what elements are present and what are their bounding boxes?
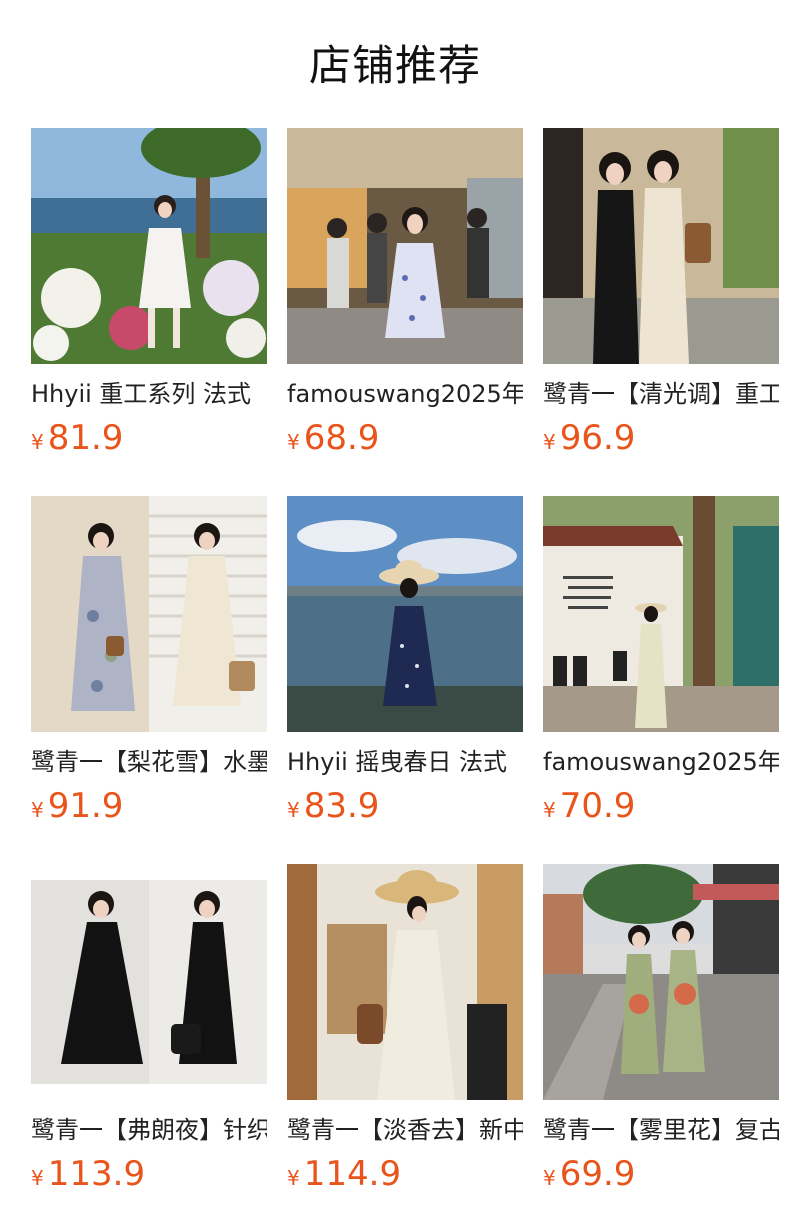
price-value: 113.9 [47, 1154, 146, 1194]
product-card[interactable]: famouswang2025年 ¥68.9 [287, 128, 523, 462]
product-name[interactable]: 鹭青一【梨花雪】水墨 [31, 746, 267, 778]
product-name[interactable]: Hhyii 重工系列 法式 [31, 378, 267, 410]
product-price: ¥114.9 [287, 1150, 523, 1198]
product-price: ¥68.9 [287, 414, 523, 462]
currency-symbol: ¥ [543, 1166, 556, 1190]
product-name[interactable]: famouswang2025年 [287, 378, 523, 410]
product-price: ¥83.9 [287, 782, 523, 830]
product-price: ¥91.9 [31, 782, 267, 830]
product-card[interactable]: 鹭青一【梨花雪】水墨 ¥91.9 [31, 496, 267, 830]
product-card[interactable]: famouswang2025年 ¥70.9 [543, 496, 779, 830]
product-name[interactable]: 鹭青一【雾里花】复古 [543, 1114, 779, 1146]
currency-symbol: ¥ [543, 430, 556, 454]
price-value: 83.9 [303, 786, 380, 826]
product-price: ¥81.9 [31, 414, 267, 462]
currency-symbol: ¥ [287, 798, 300, 822]
currency-symbol: ¥ [31, 1166, 44, 1190]
product-image[interactable] [543, 496, 779, 732]
product-image[interactable] [31, 128, 267, 364]
price-value: 69.9 [559, 1154, 636, 1194]
product-price: ¥96.9 [543, 414, 779, 462]
product-price: ¥70.9 [543, 782, 779, 830]
product-image[interactable] [543, 864, 779, 1100]
currency-symbol: ¥ [287, 430, 300, 454]
product-image[interactable] [287, 864, 523, 1100]
product-image[interactable] [543, 128, 779, 364]
currency-symbol: ¥ [287, 1166, 300, 1190]
product-price: ¥69.9 [543, 1150, 779, 1198]
product-image[interactable] [287, 496, 523, 732]
product-name[interactable]: 鹭青一【淡香去】新中 [287, 1114, 523, 1146]
page-title: 店铺推荐 [308, 41, 481, 90]
product-card[interactable]: 鹭青一【清光调】重工 ¥96.9 [543, 128, 779, 462]
currency-symbol: ¥ [31, 430, 44, 454]
price-value: 70.9 [559, 786, 636, 826]
product-image[interactable] [287, 128, 523, 364]
product-name[interactable]: 鹭青一【弗朗夜】针织 [31, 1114, 267, 1146]
product-card[interactable]: Hhyii 重工系列 法式 ¥81.9 [31, 128, 267, 462]
product-card[interactable]: 鹭青一【雾里花】复古 ¥69.9 [543, 864, 779, 1198]
product-name[interactable]: 鹭青一【清光调】重工 [543, 378, 779, 410]
currency-symbol: ¥ [543, 798, 556, 822]
price-value: 96.9 [559, 418, 636, 458]
product-price: ¥113.9 [31, 1150, 267, 1198]
product-card[interactable]: 鹭青一【淡香去】新中 ¥114.9 [287, 864, 523, 1198]
price-value: 91.9 [47, 786, 124, 826]
product-name[interactable]: famouswang2025年 [543, 746, 779, 778]
product-name[interactable]: Hhyii 摇曳春日 法式 [287, 746, 523, 778]
product-image[interactable] [31, 864, 267, 1100]
price-value: 68.9 [303, 418, 380, 458]
currency-symbol: ¥ [31, 798, 44, 822]
price-value: 114.9 [303, 1154, 402, 1194]
price-value: 81.9 [47, 418, 124, 458]
product-image[interactable] [31, 496, 267, 732]
product-card[interactable]: 鹭青一【弗朗夜】针织 ¥113.9 [31, 864, 267, 1198]
product-card[interactable]: Hhyii 摇曳春日 法式 ¥83.9 [287, 496, 523, 830]
